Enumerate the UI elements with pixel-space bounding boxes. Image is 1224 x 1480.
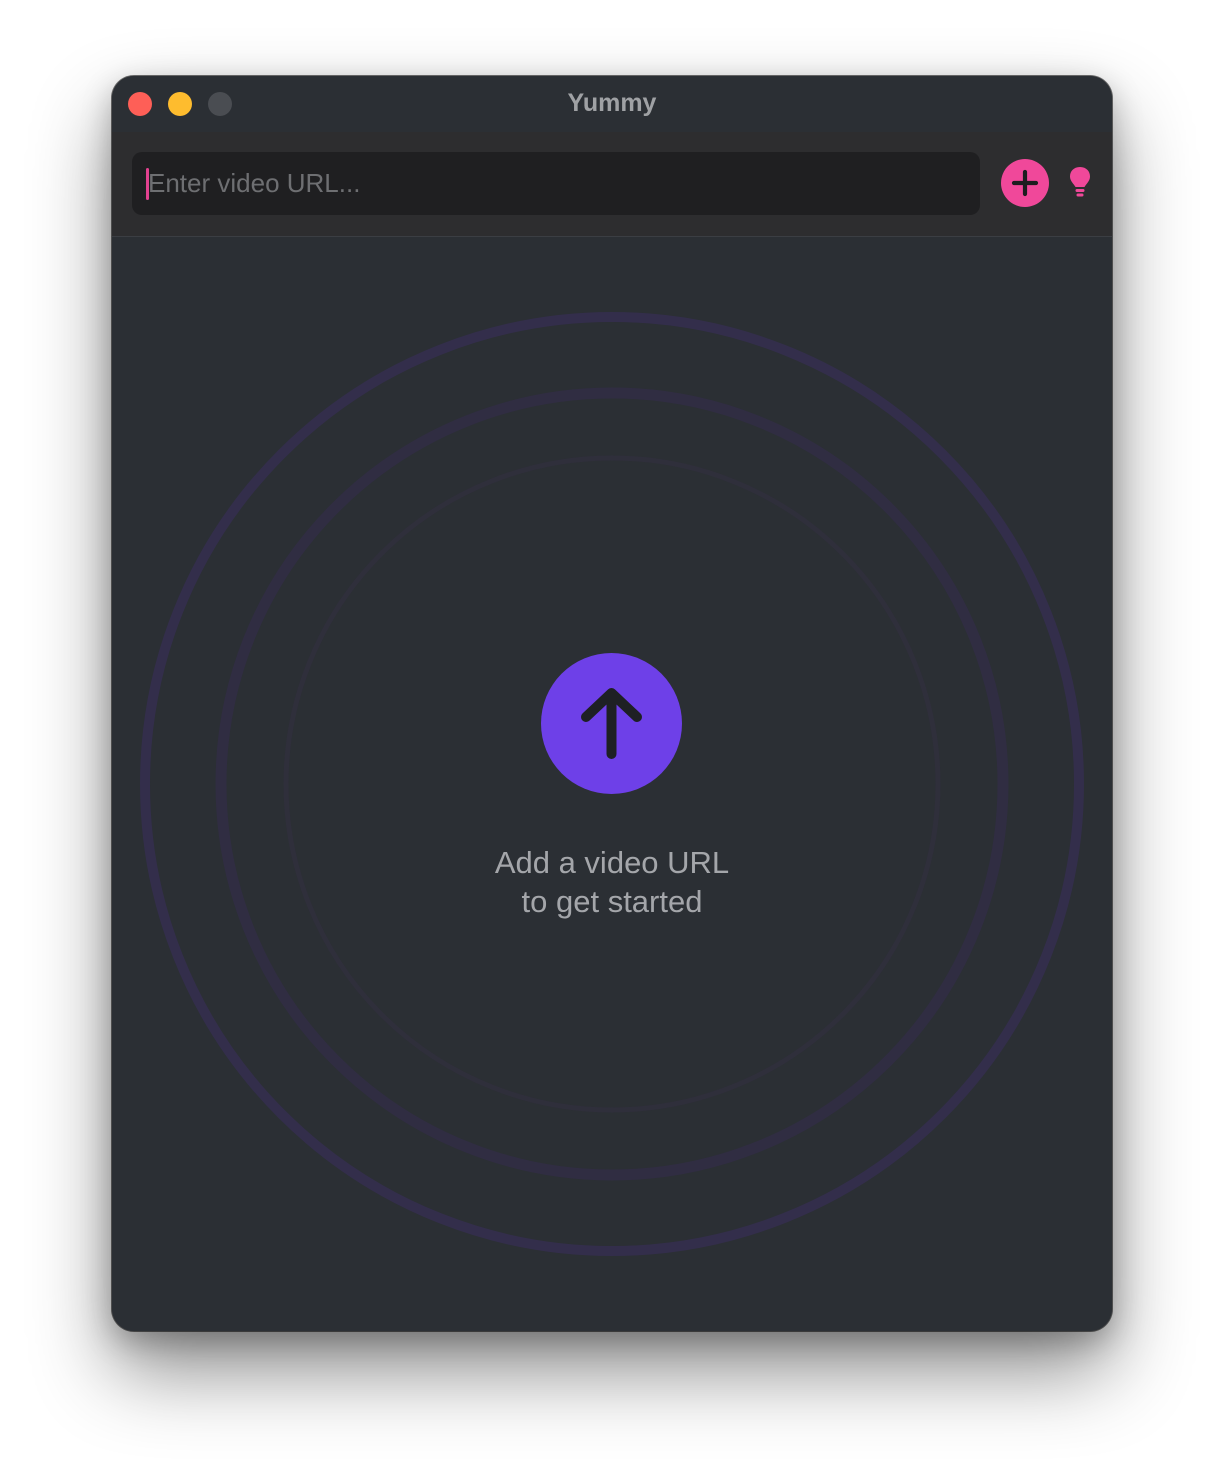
tips-button[interactable] — [1067, 165, 1093, 201]
add-url-button[interactable] — [1001, 159, 1049, 207]
url-field[interactable] — [132, 152, 980, 215]
upload-button[interactable] — [541, 653, 682, 794]
video-url-input[interactable] — [148, 152, 968, 215]
drop-zone[interactable]: Add a video URL to get started — [112, 237, 1112, 1331]
empty-state-line-2: to get started — [521, 884, 703, 919]
app-window: Yummy Enter video URL... Add a video URL… — [112, 76, 1112, 1331]
lightbulb-icon — [1070, 167, 1090, 197]
empty-state-line-1: Add a video URL — [494, 845, 730, 880]
plus-icon — [1001, 159, 1049, 207]
empty-state-message: Add a video URL to get started — [362, 843, 862, 921]
toolbar — [112, 132, 1112, 237]
title-bar[interactable]: Yummy — [112, 76, 1112, 132]
window-title: Yummy — [567, 89, 657, 117]
arrow-up-icon — [541, 653, 682, 794]
